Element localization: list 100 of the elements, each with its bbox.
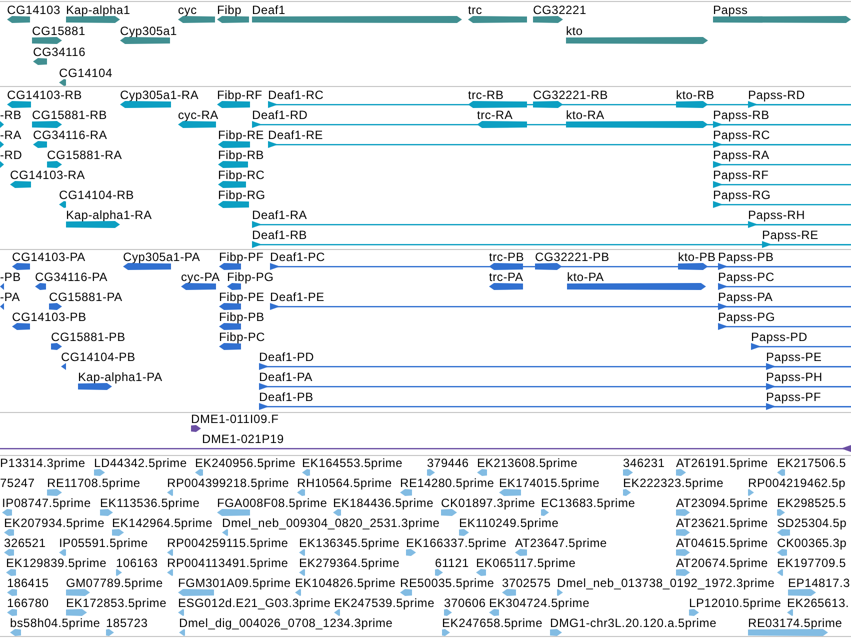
feature-arrow [219, 263, 241, 270]
feature-arrow [10, 629, 21, 636]
feature-label: Papss-RC [713, 128, 770, 142]
feature-arrow [32, 37, 62, 44]
feature-label: RP004399218.5prime [167, 476, 290, 490]
feature-arrow [112, 529, 124, 536]
feature-label: -RA [0, 128, 22, 142]
feature-arrow [441, 509, 457, 516]
feature-arrow [6, 569, 16, 576]
feature-label: kto [566, 24, 583, 38]
feature-arrow [191, 425, 201, 432]
feature-arrow [116, 569, 122, 576]
feature-arrow [59, 549, 66, 556]
feature-label: Fibp-RC [218, 168, 265, 182]
feature-label: EK240956.5prime [195, 456, 296, 470]
feature-arrow [178, 589, 214, 596]
feature-label: CG32221-PB [535, 250, 610, 264]
feature-label: Deaf1-PE [270, 290, 324, 304]
feature-arrow [178, 121, 216, 128]
feature-label: Kap-alpha1-PA [78, 370, 162, 384]
feature-arrow [179, 629, 185, 636]
feature-label: CG15881-RB [32, 108, 108, 122]
feature-arrow [400, 489, 412, 496]
feature-arrow [468, 16, 527, 23]
feature-label: LD44342.5prime [94, 456, 187, 470]
feature-arrow [550, 629, 562, 636]
feature-label: Papss-RG [713, 188, 771, 202]
feature-arrow [59, 201, 66, 208]
feature-label: Fibp-PF [219, 250, 264, 264]
feature-label: Papss-RA [713, 148, 770, 162]
feature-label: kto-RA [566, 108, 604, 122]
feature-label: 3702575 [502, 576, 551, 590]
feature-label: Deaf1-RB [252, 228, 308, 242]
feature-arrow [78, 383, 112, 390]
feature-arrow [120, 101, 171, 108]
feature-label: EK113536.5prime [100, 496, 200, 510]
feature-label: Deaf1-PA [259, 370, 313, 384]
feature-arrow [66, 589, 90, 596]
feature-arrow [167, 569, 173, 576]
feature-arrow [476, 569, 486, 576]
feature-label: Papss-PH [766, 370, 822, 384]
feature-arrow [66, 609, 87, 616]
feature-arrow [400, 589, 412, 596]
feature-arrow [219, 323, 241, 330]
feature-label: CG14104-RB [59, 188, 134, 202]
feature-label: Deaf1-PD [259, 350, 314, 364]
feature-arrow [489, 609, 499, 616]
feature-label: Papss-RB [713, 108, 770, 122]
feature-label: Papss-RD [748, 88, 806, 102]
feature-label: 106163 [116, 556, 158, 570]
feature-label: EK304724.5prime [489, 596, 590, 610]
feature-label: CG32221 [533, 3, 586, 17]
feature-arrow [787, 609, 793, 616]
feature-arrow [0, 303, 4, 310]
feature-label: EK136345.5prime [299, 536, 400, 550]
feature-label: kto-RB [676, 88, 714, 102]
feature-arrow [7, 16, 30, 23]
feature-label: EK298525.5 [777, 496, 846, 510]
feature-label: CG14104 [59, 66, 112, 80]
feature-label: Dmel_dig_004026_0708_1234.3prime [179, 616, 393, 630]
feature-label: CG15881-RA [47, 148, 122, 162]
feature-label: EK222323.5prime [623, 476, 724, 490]
feature-label: IP08747.5prime [2, 496, 91, 510]
feature-label: RP004113491.5prime [167, 556, 288, 570]
feature-label: Fibp-RG [218, 188, 266, 202]
feature-label: Cyp305a1-PA [123, 250, 200, 264]
feature-label: -RB [0, 108, 22, 122]
feature-arrow [533, 16, 563, 23]
feature-label: cyc-PA [181, 270, 220, 284]
feature-label: 346231 [623, 456, 665, 470]
feature-label: Papss-RH [748, 208, 806, 222]
feature-arrow [427, 469, 435, 476]
feature-arrow [51, 343, 62, 350]
feature-arrow [777, 529, 790, 536]
feature-arrow [106, 629, 114, 636]
feature-arrow [49, 303, 62, 310]
feature-label: trc-RA [477, 108, 513, 122]
feature-arrow [219, 343, 241, 350]
feature-label: Fibp-PE [219, 290, 264, 304]
feature-label: Papss-PF [766, 390, 822, 404]
feature-arrow [217, 16, 249, 23]
feature-label: CG14103-PB [12, 310, 86, 324]
feature-label: EK184436.5prime [333, 496, 434, 510]
feature-arrow [35, 283, 46, 290]
feature-arrow [676, 549, 690, 556]
feature-arrow [218, 161, 248, 168]
feature-label: EP14817.3 [788, 576, 850, 590]
feature-arrow [477, 469, 487, 476]
feature-label: Deaf1-RD [252, 108, 308, 122]
feature-label: Fibp-PG [227, 270, 274, 284]
feature-arrow [4, 549, 14, 556]
feature-label: trc-PA [489, 270, 524, 284]
feature-arrow [66, 221, 120, 228]
feature-arrow [442, 629, 450, 636]
feature-arrow [12, 263, 30, 270]
feature-arrow [218, 141, 250, 148]
feature-label: EK279364.5prime [299, 556, 400, 570]
feature-label: bs58h04.5prime [10, 616, 100, 630]
feature-label: Fibp-PB [219, 310, 264, 324]
feature-label: CG14103 [7, 3, 60, 17]
